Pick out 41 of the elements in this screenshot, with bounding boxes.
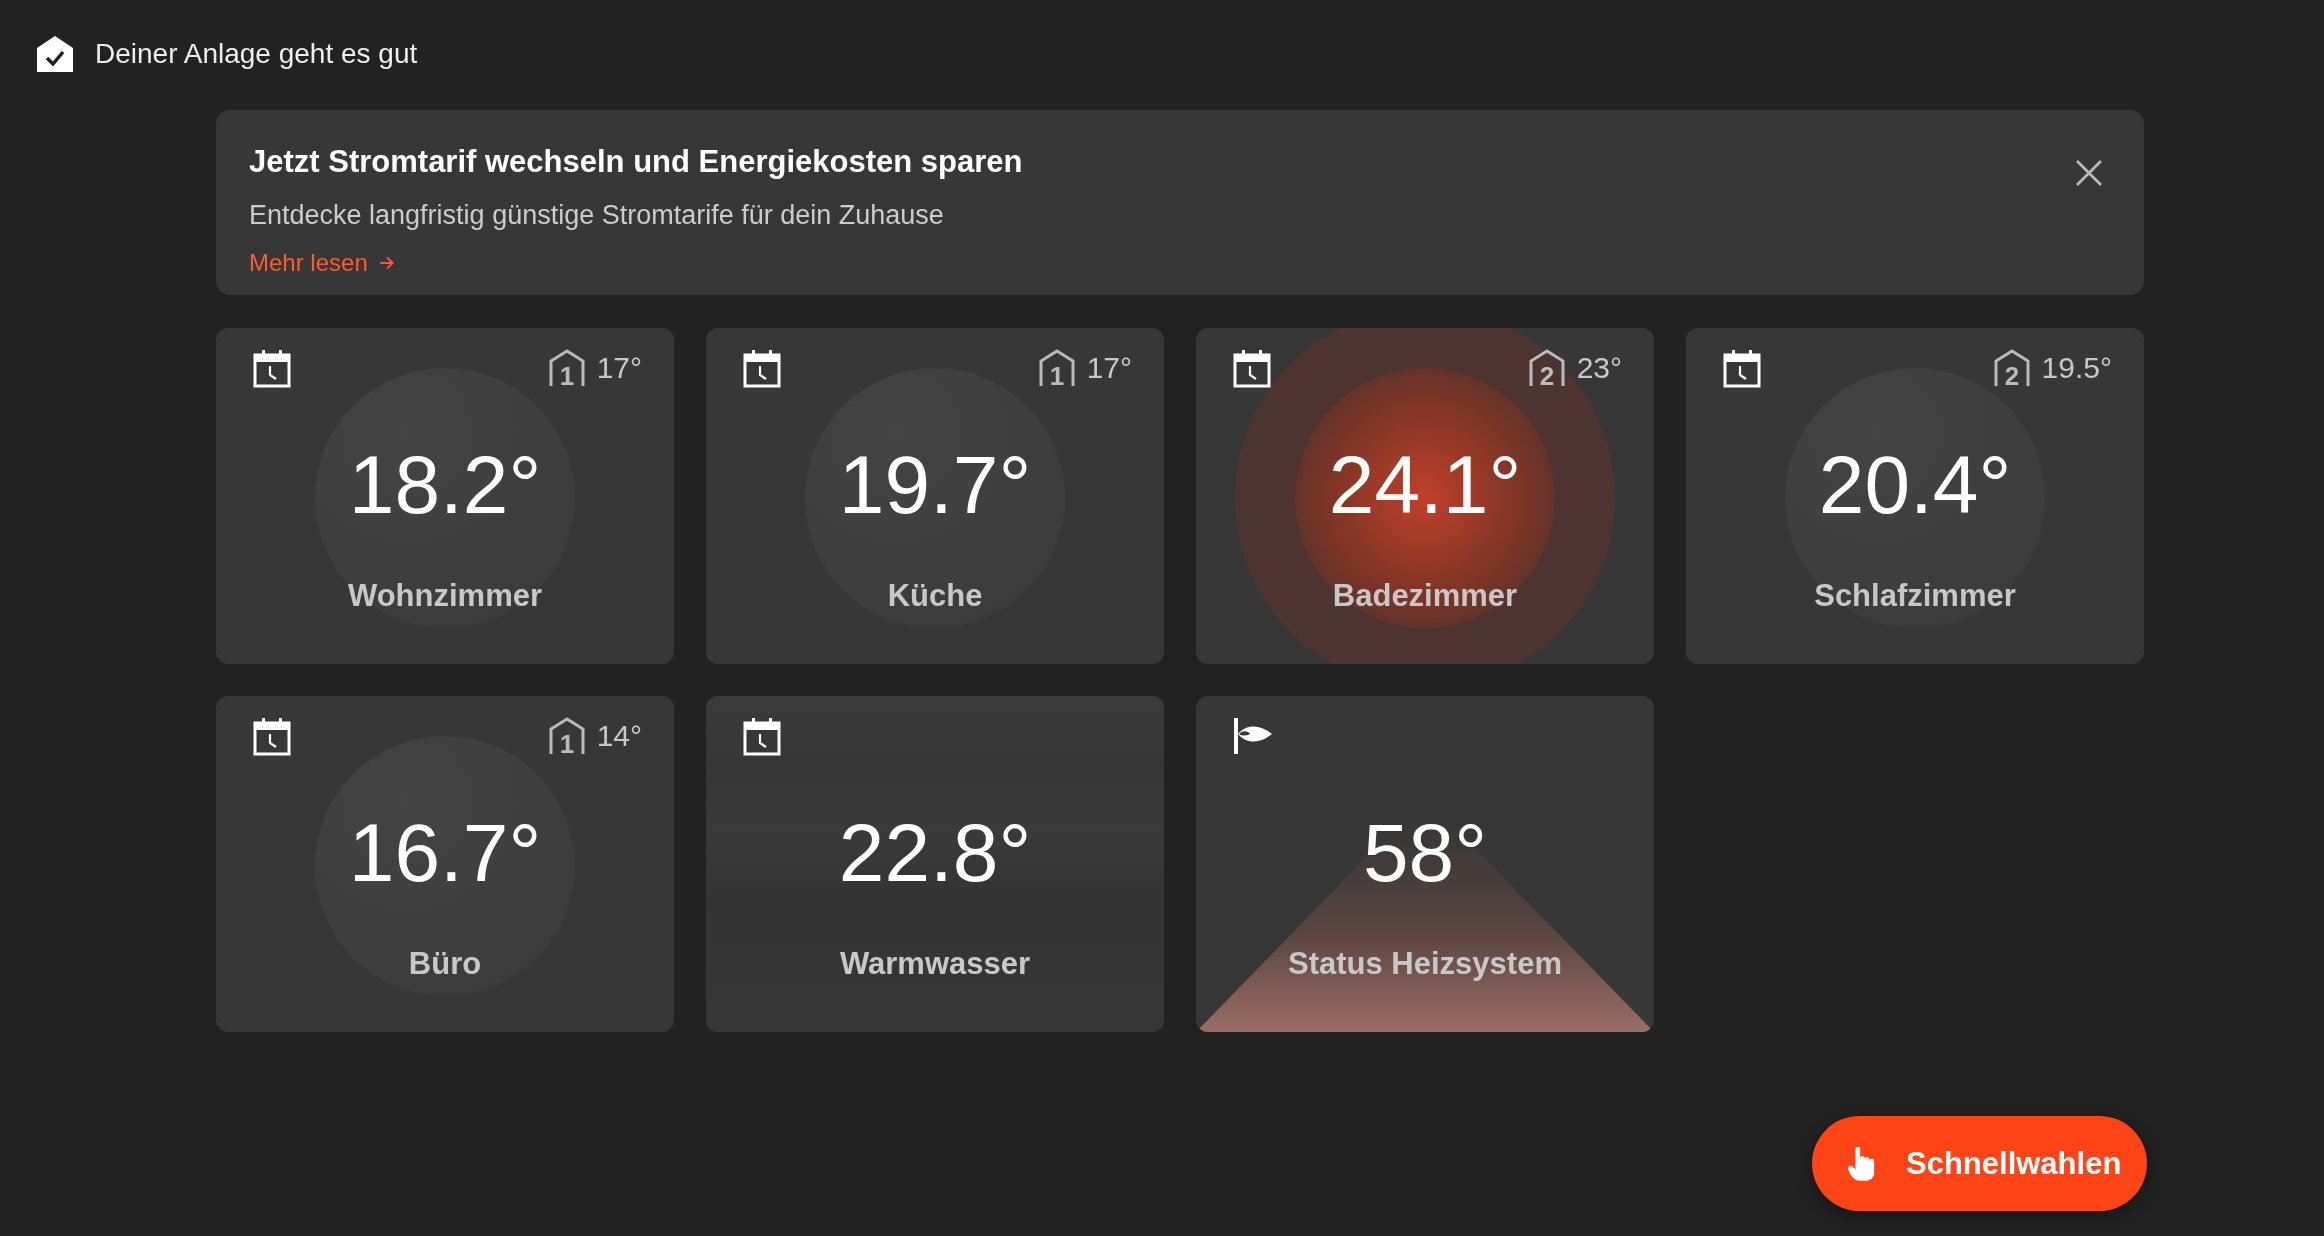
target-temperature: 23°	[1576, 351, 1622, 385]
current-temperature: 19.7°	[838, 438, 1032, 532]
system-status-text: Deiner Anlage geht es gut	[95, 38, 418, 70]
schedule-calendar-icon	[742, 716, 782, 756]
water-tile[interactable]: 22.8° Warmwasser	[706, 696, 1164, 1032]
current-temperature: 18.2°	[348, 438, 542, 532]
tile-name: Badezimmer	[1332, 578, 1518, 614]
schedule-calendar-icon	[742, 348, 782, 388]
current-temperature: 22.8°	[838, 806, 1032, 900]
current-temperature: 58°	[1363, 806, 1487, 900]
room-tile[interactable]: 1 17° 19.7° Küche	[706, 328, 1164, 664]
target-temperature: 19.5°	[2041, 351, 2112, 385]
read-more-link[interactable]: Mehr lesen	[249, 249, 396, 277]
target-temperature: 14°	[596, 719, 642, 753]
tile-name: Büro	[408, 946, 482, 982]
arrow-right-icon	[377, 254, 396, 272]
room-tile[interactable]: 2 23° 24.1° Badezimmer	[1196, 328, 1654, 664]
current-temperature: 24.1°	[1328, 438, 1522, 532]
target-temperature: 17°	[1086, 351, 1132, 385]
close-icon	[2074, 158, 2104, 188]
room-tile[interactable]: 2 19.5° 20.4° Schlafzimmer	[1686, 328, 2144, 664]
room-tile[interactable]: 1 14° 16.7° Büro	[216, 696, 674, 1032]
target-temperature: 17°	[596, 351, 642, 385]
current-temperature: 20.4°	[1818, 438, 2012, 532]
tile-name: Schlafzimmer	[1814, 578, 2016, 614]
banner-text: Entdecke langfristig günstige Stromtarife für dein Zuhause	[249, 200, 945, 231]
room-tile[interactable]: 1 17° 18.2° Wohnzimmer	[216, 328, 674, 664]
house-check-icon	[37, 36, 73, 72]
system-tile[interactable]: 58° Status Heizsystem	[1196, 696, 1654, 1032]
tile-name: Status Heizsystem	[1288, 946, 1562, 982]
schedule-calendar-icon	[252, 716, 292, 756]
hand-pointer-icon	[1848, 1146, 1876, 1181]
tile-name: Küche	[887, 578, 983, 614]
tile-name: Warmwasser	[839, 946, 1031, 982]
tile-name: Wohnzimmer	[347, 578, 543, 614]
schedule-calendar-icon	[252, 348, 292, 388]
banner-title: Jetzt Stromtarif wechseln und Energiekosten sparen	[249, 144, 1023, 180]
flame-flag-icon	[1232, 716, 1272, 756]
schedule-calendar-icon	[1232, 348, 1272, 388]
schedule-calendar-icon	[1722, 348, 1762, 388]
current-temperature: 16.7°	[348, 806, 542, 900]
